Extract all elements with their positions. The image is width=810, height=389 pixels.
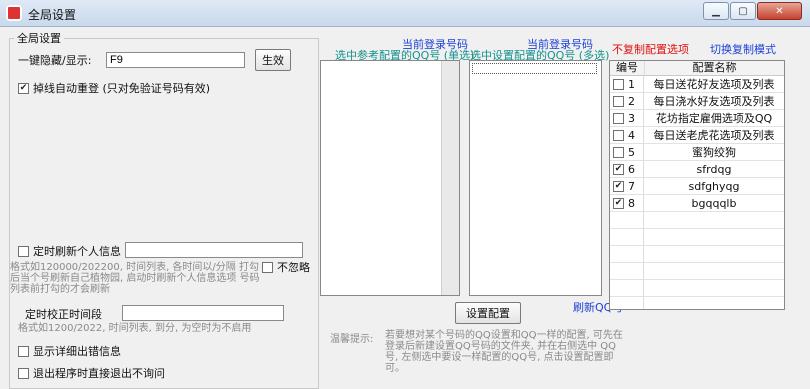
refresh-info-checkbox[interactable] [18,245,29,257]
row-id: 6 [628,162,635,176]
row-checkbox[interactable] [613,112,624,124]
refresh-hint: 格式如120000/202200, 时间列表, 各时间以/分隔 打勾后当个号刷新… [10,262,260,295]
ignore-checkbox[interactable] [262,261,273,273]
app-icon [6,5,22,21]
maximize-button[interactable]: ▢ [730,2,756,20]
table-header-name: 配置名称 [692,61,737,74]
minimize-button[interactable]: ▁ [703,2,729,20]
empty-row [610,280,784,297]
row-config-name: 蜜狗绞狗 [692,146,736,159]
table-header-id: 编号 [610,61,645,75]
tip-text: 若要想对某个号码的QQ设置和QQ一样的配置, 可先在登录后新建设置QQ号码的文件… [385,330,623,374]
row-id: 4 [628,128,635,142]
minimize-icon: ▁ [712,5,720,17]
table-row[interactable]: ✔ 7 sdfghyqg [610,178,784,195]
row-checkbox[interactable]: ✔ [613,197,624,209]
empty-row [610,263,784,280]
row-config-name: 每日送花好友选项及列表 [653,78,775,91]
row-config-name: 每日送老虎花选项及列表 [653,129,775,142]
ignore-label: 不忽略 [277,261,310,274]
row-id: 2 [628,94,635,108]
table-row[interactable]: 2 每日浇水好友选项及列表 [610,93,784,110]
calibrate-hint: 格式如1200/2022, 时间列表, 到分, 为空时为不启用 [18,323,252,334]
row-checkbox[interactable] [613,129,624,141]
row-config-name: bgqqqlb [691,196,737,210]
table-row[interactable]: 5 蜜狗绞狗 [610,144,784,161]
row-id: 5 [628,145,635,159]
switch-mode-link[interactable]: 切换复制模式 [710,41,776,57]
empty-row [610,246,784,263]
list-focus-rect [472,63,597,74]
no-copy-label: 不复制配置选项 [612,43,689,56]
empty-row [610,297,784,309]
window-title: 全局设置 [28,8,77,22]
row-checkbox[interactable]: ✔ [613,180,624,192]
calibrate-time-input[interactable] [122,305,284,321]
row-checkbox[interactable] [613,95,624,107]
close-button[interactable]: ✕ [757,2,802,20]
table-row[interactable]: 4 每日送老虎花选项及列表 [610,127,784,144]
row-checkbox[interactable] [613,146,624,158]
row-config-name: sdfghyqg [688,179,740,193]
table-row[interactable]: 1 每日送花好友选项及列表 [610,76,784,93]
set-config-button[interactable]: 设置配置 [455,302,521,324]
exit-direct-label: 退出程序时直接退出不询问 [33,367,165,380]
row-config-name: 花坊指定雇佣选项及QQ [655,112,773,125]
tip-label: 温馨提示: [330,334,374,345]
row-id: 8 [628,196,635,210]
hotkey-input[interactable] [106,52,245,68]
target-qq-list[interactable] [469,60,602,296]
empty-row [610,212,784,229]
table-row[interactable]: ✔ 6 sfrdqg [610,161,784,178]
show-detail-label: 显示详细出错信息 [33,345,121,358]
row-config-name: 每日浇水好友选项及列表 [653,95,775,108]
refresh-time-input[interactable] [125,242,303,258]
row-id: 1 [628,77,635,91]
table-row[interactable]: 3 花坊指定雇佣选项及QQ [610,110,784,127]
maximize-icon: ▢ [738,5,748,17]
row-checkbox[interactable]: ✔ [613,163,624,175]
reference-list-scrollbar[interactable] [441,61,459,295]
row-config-name: sfrdqg [696,162,732,176]
calibrate-label: 定时校正时间段 [25,308,102,321]
global-settings-legend: 全局设置 [14,30,64,46]
show-detail-checkbox[interactable] [18,345,29,357]
table-row[interactable]: ✔ 8 bgqqqlb [610,195,784,212]
hotkey-label: 一键隐藏/显示: [18,54,92,67]
exit-direct-checkbox[interactable] [18,367,29,379]
refresh-info-label: 定时刷新个人信息 [33,245,121,258]
close-icon: ✕ [775,5,784,17]
row-id: 7 [628,179,635,193]
title-bar: 全局设置 ▁ ▢ ✕ [0,0,810,27]
reconnect-label: 掉线自动重登 (只对免验证号码有效) [33,82,211,95]
row-id: 3 [628,111,635,125]
reference-qq-list[interactable] [320,60,460,296]
empty-row [610,229,784,246]
apply-button[interactable]: 生效 [255,49,291,71]
row-checkbox[interactable] [613,78,624,90]
reconnect-checkbox[interactable]: ✔ [18,82,29,94]
config-options-table: 编号 配置名称 1 每日送花好友选项及列表 2 每日浇水好友选项及列表 3 花坊指定雇佣选… [609,60,785,310]
